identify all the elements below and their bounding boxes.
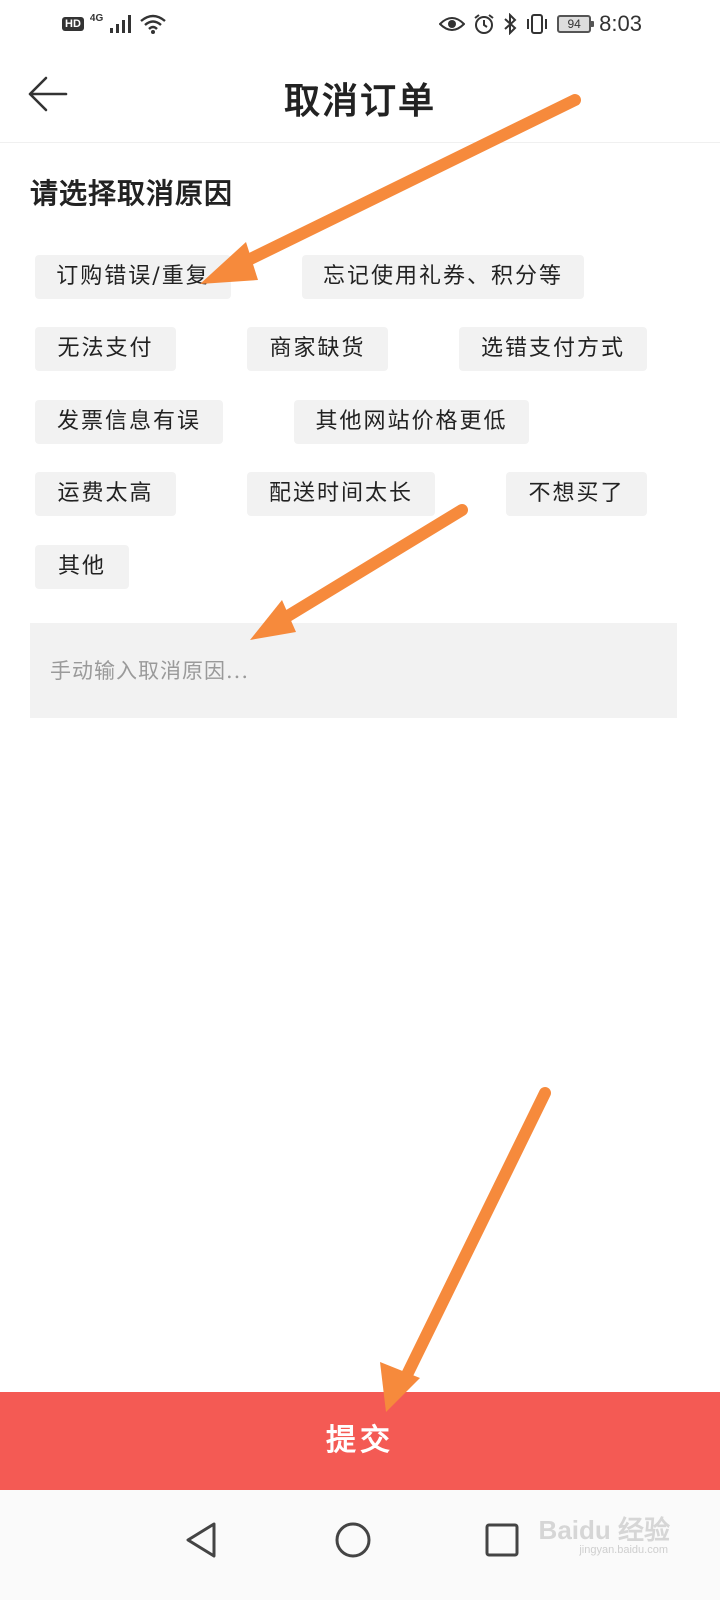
system-recents-button[interactable] [474, 1512, 530, 1568]
status-bar: HD 4G 94 8:03 [0, 0, 720, 48]
baidu-jingyan-watermark: Baidu 经验 [538, 1515, 670, 1545]
reason-chip-forgot-coupon[interactable]: 忘记使用礼券、积分等 [302, 255, 584, 299]
system-back-button[interactable] [174, 1512, 230, 1568]
triangle-back-icon [186, 1522, 216, 1558]
clock-time: 8:03 [599, 11, 642, 36]
wifi-icon [140, 14, 167, 34]
battery-indicator: 94 [557, 15, 595, 33]
reason-chip-out-of-stock[interactable]: 商家缺货 [247, 327, 388, 371]
hd-badge: HD [62, 17, 84, 31]
reason-chip-cannot-pay[interactable]: 无法支付 [35, 327, 176, 371]
vibrate-icon [527, 14, 548, 34]
reason-chip-delivery-slow[interactable]: 配送时间太长 [247, 472, 435, 516]
reason-chip-invoice-error[interactable]: 发票信息有误 [35, 400, 223, 444]
page-title: 取消订单 [283, 80, 436, 122]
reason-chip-order-error[interactable]: 订购错误/重复 [35, 255, 231, 299]
annotation-arrows [200, 94, 581, 1412]
eye-icon [439, 17, 466, 31]
reason-section-title: 请选择取消原因 [30, 177, 234, 210]
header-bar: 取消订单 [0, 48, 720, 143]
reason-chip-wrong-payment[interactable]: 选错支付方式 [459, 327, 647, 371]
reason-chip-no-longer-want[interactable]: 不想买了 [506, 472, 647, 516]
alarm-icon [474, 14, 494, 34]
manual-reason-input[interactable] [30, 623, 677, 718]
square-recents-icon [485, 1523, 519, 1557]
system-home-button[interactable] [325, 1512, 381, 1568]
watermark-domain: jingyan.baidu.com [579, 1544, 668, 1556]
circle-home-icon [335, 1522, 371, 1558]
signal-icon [110, 15, 132, 33]
status-left: HD 4G [62, 12, 167, 36]
reason-chip-cheaper-elsewhere[interactable]: 其他网站价格更低 [294, 400, 529, 444]
reason-chip-other[interactable]: 其他 [35, 545, 129, 589]
submit-button[interactable]: 提交 [0, 1392, 720, 1490]
status-right: 94 8:03 [439, 10, 642, 38]
bluetooth-icon [504, 13, 517, 35]
network-type-label: 4G [89, 12, 104, 24]
arrow-to-submit [396, 1087, 551, 1391]
arrow-to-manual-input [272, 504, 468, 628]
reason-chip-shipping-cost[interactable]: 运费太高 [35, 472, 176, 516]
